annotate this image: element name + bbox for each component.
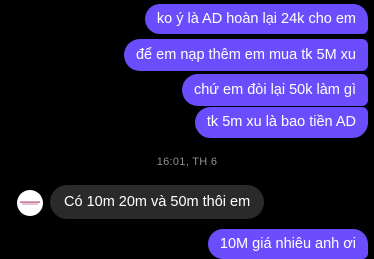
message-text: Có 10m 20m và 50m thôi em	[64, 193, 251, 210]
sender-avatar[interactable]	[17, 190, 43, 216]
message-bubble-sent[interactable]: để em nạp thêm em mua tk 5M xu	[123, 39, 368, 71]
message-bubble-sent[interactable]: chứ em đòi lại 50k làm gì	[181, 74, 368, 106]
message-text: tk 5m xu là bao tiền AD	[206, 114, 356, 131]
message-bubble-sent[interactable]: tk 5m xu là bao tiền AD	[194, 107, 368, 138]
message-thread: ko ý là AD hoàn lại 24k cho em để em nạp…	[0, 0, 374, 259]
shop-logo-icon	[20, 200, 40, 206]
message-timestamp: 16:01, TH 6	[156, 156, 218, 168]
message-bubble-received[interactable]: Có 10m 20m và 50m thôi em	[50, 185, 265, 219]
message-text: 10M giá nhiêu anh ơi	[219, 235, 356, 252]
message-bubble-sent[interactable]: 10M giá nhiêu anh ơi	[207, 229, 368, 259]
message-bubble-sent[interactable]: ko ý là AD hoàn lại 24k cho em	[144, 4, 368, 34]
message-text: chứ em đòi lại 50k làm gì	[193, 81, 356, 98]
message-text: ko ý là AD hoàn lại 24k cho em	[156, 10, 356, 27]
message-text: để em nạp thêm em mua tk 5M xu	[135, 46, 356, 63]
